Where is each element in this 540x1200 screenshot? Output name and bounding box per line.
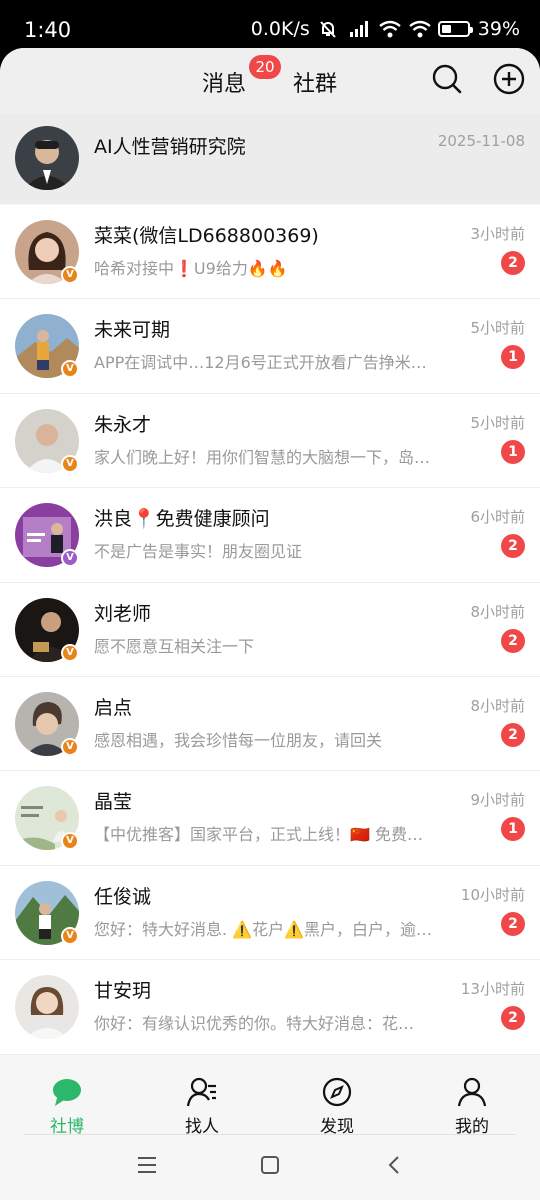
unread-count-badge: 2 [501,534,525,559]
tab-messages[interactable]: 消息 [202,66,246,98]
message-preview: 愿不愿意互相关注一下 [94,636,255,656]
wifi-icon [378,19,401,39]
messages-screen: 消息 20 社群 AI人性营销研究院 2025-11-08 V 菜菜(微信LD6… [0,48,540,1200]
conversation-row[interactable]: V 刘老师 愿不愿意互相关注一下 8小时前 2 [0,583,540,677]
conversation-name: 菜菜(微信LD668800369) [94,225,319,247]
nav-item-home[interactable]: 社博 [22,1076,112,1137]
message-preview: APP在调试中…12月6号正式开放看广告挣米… [94,353,427,373]
conversation-name: 启点 [94,696,133,719]
message-time: 6小时前 [470,508,525,527]
unread-count-badge: 1 [501,439,525,464]
conversation-name: 甘安玥 [94,980,152,1003]
verified-badge-icon: V [61,266,79,284]
message-time: 3小时前 [470,225,525,243]
unread-count-badge: 1 [501,345,525,370]
nav-item-find-people[interactable]: 找人 [157,1076,247,1137]
message-time: 8小时前 [470,696,525,715]
battery-icon [437,21,473,37]
message-time: 10小时前 [460,885,525,904]
message-time: 9小时前 [470,791,525,810]
cell-signal-icon [348,19,370,39]
profile-icon [457,1077,487,1107]
compass-icon [322,1077,352,1107]
conversation-row[interactable]: V 未来可期 APP在调试中…12月6号正式开放看广告挣米… 5小时前 1 [0,299,540,394]
verified-badge-icon: V [61,926,79,945]
status-indicators: 0.0K/s 39% [251,18,520,40]
conversation-row[interactable]: 甘安玥 你好：有缘认识优秀的你。特大好消息：花… 13小时前 2 [0,960,540,1055]
battery-percent: 39% [477,18,520,40]
avatar [15,126,79,190]
divider [24,1134,516,1135]
verified-badge-icon: V [61,643,79,662]
conversation-name: 刘老师 [94,602,152,625]
message-preview: 【中优推客】国家平台，正式上线！🇨🇳 免费… [94,825,424,845]
avatar [15,975,79,1040]
conversation-name: 朱永才 [94,413,152,436]
nav-item-discover[interactable]: 发现 [292,1076,382,1137]
message-preview: 哈希对接中❗U9给力🔥🔥 [94,259,288,278]
chat-bubble-icon [53,1079,81,1106]
conversation-row[interactable]: V 菜菜(微信LD668800369) 哈希对接中❗U9给力🔥🔥 3小时前 2 [0,205,540,300]
messages-unread-badge: 20 [249,55,281,79]
conversation-row[interactable]: V 启点 感恩相遇，我会珍惜每一位朋友，请回关 8小时前 2 [0,677,540,772]
conversation-row[interactable]: V 朱永才 家人们晚上好！用你们智慧的大脑想一下，岛… 5小时前 1 [0,394,540,489]
mute-bell-icon [318,19,340,39]
nav-item-profile[interactable]: 我的 [427,1076,517,1137]
message-time: 13小时前 [460,980,525,999]
conversation-row[interactable]: V 洪良📍免费健康顾问 不是广告是事实！朋友圈见证 6小时前 2 [0,488,540,583]
tab-community[interactable]: 社群 [293,66,337,98]
conversation-name: AI人性营销研究院 [94,136,246,158]
top-header: 消息 20 社群 [0,48,540,114]
conversation-date: 2025-11-08 [437,132,525,150]
find-people-icon [186,1077,216,1107]
menu-icon[interactable] [136,1154,158,1180]
message-preview: 家人们晚上好！用你们智慧的大脑想一下，岛… [94,447,431,467]
verified-badge-icon: V [61,737,79,756]
message-time: 5小时前 [470,319,525,338]
message-time: 5小时前 [470,413,525,432]
message-preview: 您好：特大好消息. ⚠️花户⚠️黑户，白户，逾… [94,919,433,939]
verified-badge-icon: V [61,832,79,851]
pinned-conversation[interactable]: AI人性营销研究院 2025-11-08 [0,114,540,204]
message-preview: 感恩相遇，我会珍惜每一位朋友，请回关 [94,730,383,750]
verified-badge-icon: V [61,360,79,379]
verified-badge-icon: V [61,549,79,568]
unread-count-badge: 1 [501,817,525,842]
message-preview: 你好：有缘认识优秀的你。特大好消息：花… [94,1014,415,1034]
unread-count-badge: 2 [501,628,525,653]
network-speed: 0.0K/s [250,18,310,40]
conversation-row[interactable]: V 晶莹 【中优推客】国家平台，正式上线！🇨🇳 免费… 9小时前 1 [0,771,540,866]
unread-count-badge: 2 [501,251,525,275]
conversation-name: 晶莹 [94,791,133,814]
home-icon[interactable] [259,1154,281,1180]
bottom-nav: 社博 找人 发现 我的 [0,1056,540,1137]
system-nav-bar [0,1136,540,1200]
conversation-name: 未来可期 [94,319,171,342]
verified-badge-icon: V [61,454,79,473]
back-icon[interactable] [384,1154,406,1180]
status-time: 1:40 [24,18,72,42]
search-icon[interactable] [431,63,463,95]
conversation-row[interactable]: V 任俊诚 您好：特大好消息. ⚠️花户⚠️黑户，白户，逾… 10小时前 2 [0,866,540,961]
message-preview: 不是广告是事实！朋友圈见证 [94,542,303,562]
message-time: 8小时前 [470,602,525,621]
unread-count-badge: 2 [501,722,525,747]
conversation-list: V 菜菜(微信LD668800369) 哈希对接中❗U9给力🔥🔥 3小时前 2 … [0,205,540,1055]
wifi-icon-2 [408,19,431,39]
unread-count-badge: 2 [501,1006,525,1031]
conversation-name: 洪良📍免费健康顾问 [94,508,270,531]
unread-count-badge: 2 [501,911,525,936]
add-circle-icon[interactable] [493,63,525,95]
conversation-name: 任俊诚 [94,885,152,908]
